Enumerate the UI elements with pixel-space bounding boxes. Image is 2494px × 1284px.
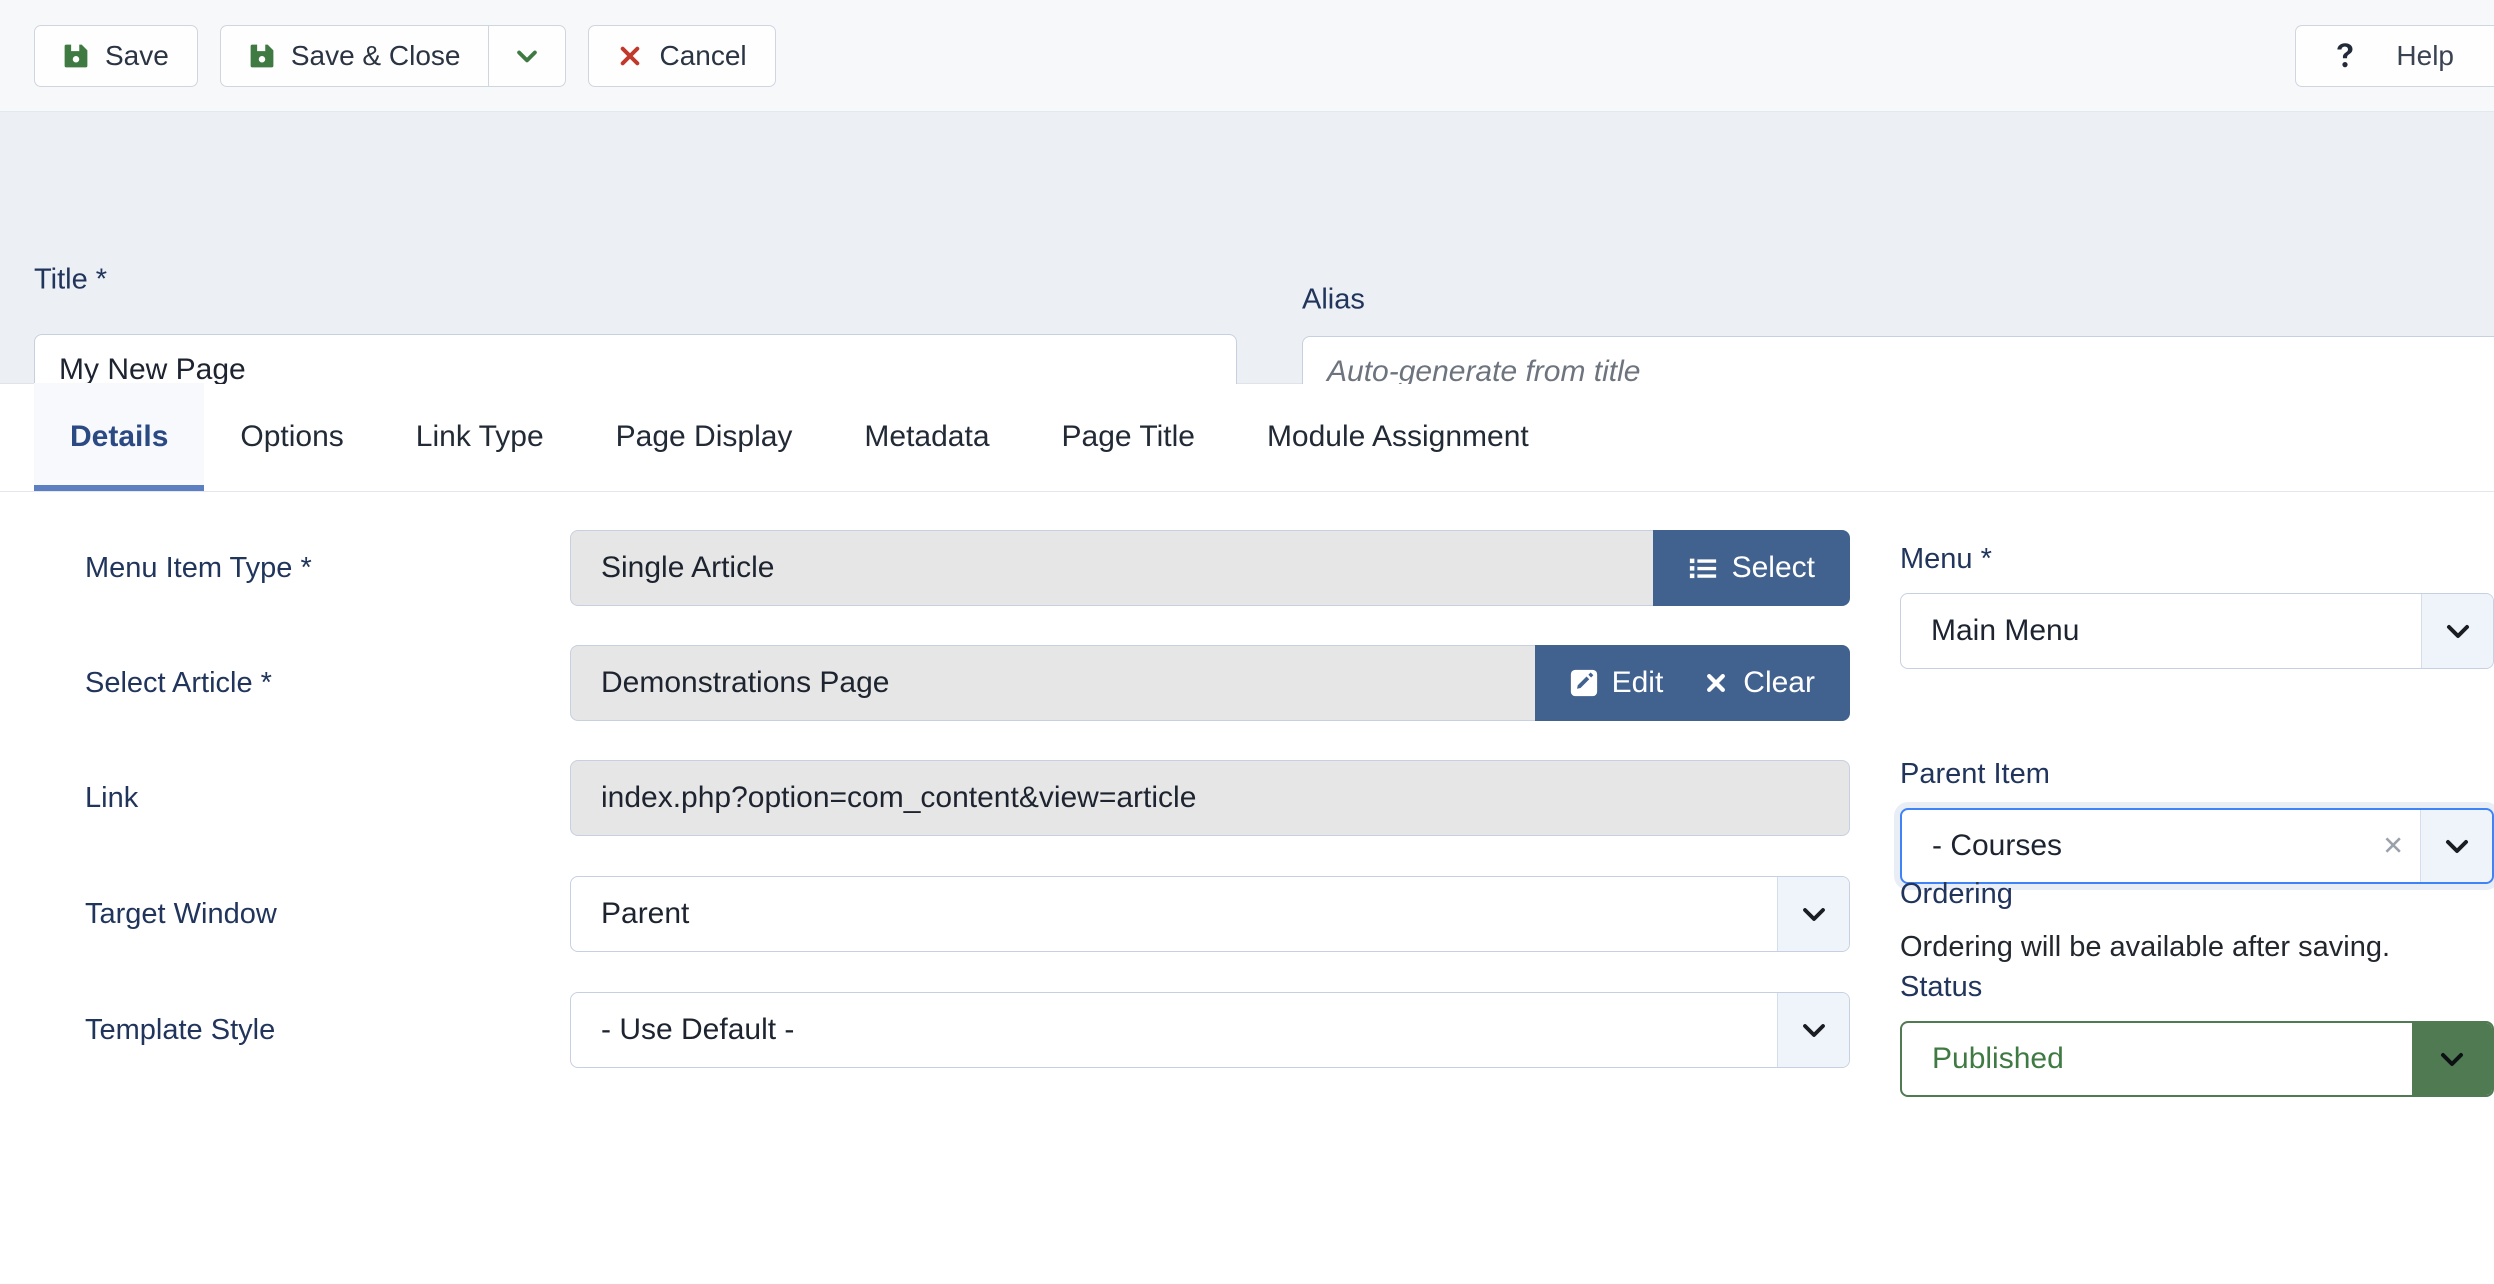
ordering-note-wrap: Ordering will be available after saving. bbox=[1900, 931, 2494, 964]
link-label: Link bbox=[85, 781, 139, 814]
tab-module-assignment[interactable]: Module Assignment bbox=[1231, 383, 1565, 491]
parent-item-label-wrap: Parent Item bbox=[1900, 758, 2050, 791]
target-window-select[interactable]: Parent bbox=[570, 876, 1850, 952]
floppy-disk-icon bbox=[249, 43, 275, 69]
select-article-group: Demonstrations Page Edit Clear bbox=[570, 645, 1850, 721]
x-icon bbox=[617, 43, 643, 69]
save-and-close-label: Save & Close bbox=[290, 39, 461, 71]
x-small-icon[interactable]: ✕ bbox=[2382, 831, 2404, 862]
target-window-label: Target Window bbox=[85, 897, 277, 930]
parent-item-select[interactable]: - Courses ✕ bbox=[1900, 808, 2494, 884]
save-options-dropdown-button[interactable] bbox=[488, 24, 567, 87]
save-close-split-button: Save & Close bbox=[219, 24, 567, 87]
toolbar-right-group: Help bbox=[2295, 24, 2494, 87]
select-article-control: Demonstrations Page Edit Clear bbox=[570, 645, 1850, 721]
toolbar: Save Save & Close Cancel Help bbox=[0, 0, 2494, 112]
template-style-select[interactable]: - Use Default - bbox=[570, 992, 1850, 1068]
status-select[interactable]: Published bbox=[1900, 1021, 2494, 1097]
link-control: index.php?option=com_content&view=articl… bbox=[570, 760, 1850, 836]
tab-details[interactable]: Details bbox=[34, 383, 205, 491]
menu-field-label-wrap: Menu * bbox=[1900, 543, 1992, 576]
pencil-square-icon bbox=[1570, 669, 1598, 697]
select-button-label: Select bbox=[1731, 551, 1815, 584]
question-mark-icon bbox=[2330, 41, 2360, 71]
ordering-label: Ordering bbox=[1900, 878, 2013, 910]
menu-item-type-select-button[interactable]: Select bbox=[1652, 530, 1850, 606]
chevron-down-icon bbox=[513, 42, 541, 70]
menu-item-type-value: Single Article bbox=[570, 530, 1653, 606]
toolbar-left-group: Save Save & Close Cancel bbox=[0, 24, 776, 87]
title-field-label: Title * bbox=[34, 263, 108, 296]
edit-article-button[interactable]: Edit bbox=[1570, 666, 1664, 700]
edit-button-label: Edit bbox=[1611, 666, 1664, 699]
parent-item-select-wrap: - Courses ✕ bbox=[1900, 808, 2494, 884]
save-button[interactable]: Save bbox=[34, 24, 198, 87]
menu-item-type-label: Menu Item Type * bbox=[85, 551, 312, 584]
template-style-value: - Use Default - bbox=[601, 1013, 795, 1046]
target-window-control: Parent bbox=[570, 876, 1850, 952]
clear-article-button[interactable]: Clear bbox=[1703, 666, 1815, 700]
target-window-value: Parent bbox=[601, 897, 690, 930]
chevron-down-icon bbox=[1777, 993, 1849, 1067]
parent-item-value: - Courses bbox=[1932, 829, 2063, 862]
floppy-disk-icon bbox=[63, 43, 89, 69]
chevron-down-icon bbox=[2412, 1023, 2492, 1095]
status-value: Published bbox=[1932, 1042, 2064, 1075]
tab-link-type[interactable]: Link Type bbox=[380, 383, 580, 491]
menu-select[interactable]: Main Menu bbox=[1900, 593, 2494, 669]
clear-button-label: Clear bbox=[1743, 666, 1815, 699]
chevron-down-icon bbox=[1777, 877, 1849, 951]
select-action[interactable]: Select bbox=[1688, 551, 1815, 585]
field-row-menu-item-type: Menu Item Type * Single Article Select bbox=[0, 530, 1880, 606]
save-button-label: Save bbox=[105, 39, 169, 71]
select-article-label: Select Article * bbox=[85, 666, 272, 699]
menu-label: Menu * bbox=[1900, 543, 1992, 575]
field-row-select-article: Select Article * Demonstrations Page Edi… bbox=[0, 645, 1880, 721]
menu-select-wrap: Main Menu bbox=[1900, 593, 2494, 669]
status-select-wrap: Published bbox=[1900, 1021, 2494, 1097]
menu-value: Main Menu bbox=[1931, 614, 2080, 647]
tab-page-title[interactable]: Page Title bbox=[1026, 383, 1231, 491]
cancel-button-label: Cancel bbox=[659, 39, 747, 71]
chevron-down-icon bbox=[2420, 810, 2492, 882]
parent-item-label: Parent Item bbox=[1900, 758, 2050, 790]
template-style-control: - Use Default - bbox=[570, 992, 1850, 1068]
menu-item-type-control: Single Article Select bbox=[570, 530, 1850, 606]
status-label: Status bbox=[1900, 971, 1983, 1003]
chevron-down-icon bbox=[2421, 594, 2493, 668]
tab-options[interactable]: Options bbox=[204, 383, 379, 491]
x-icon bbox=[1703, 670, 1729, 696]
alias-field-label: Alias bbox=[1302, 283, 1365, 316]
link-value: index.php?option=com_content&view=articl… bbox=[570, 760, 1850, 836]
field-row-template-style: Template Style - Use Default - bbox=[0, 992, 1880, 1068]
ordering-label-wrap: Ordering bbox=[1900, 878, 2013, 911]
help-button[interactable]: Help bbox=[2295, 24, 2494, 87]
select-article-value: Demonstrations Page bbox=[570, 645, 1535, 721]
tab-page-display[interactable]: Page Display bbox=[580, 383, 829, 491]
field-row-link: Link index.php?option=com_content&view=a… bbox=[0, 760, 1880, 836]
template-style-label: Template Style bbox=[85, 1013, 276, 1046]
details-panel: Menu Item Type * Single Article Select S… bbox=[0, 493, 1880, 1284]
tab-metadata[interactable]: Metadata bbox=[828, 383, 1025, 491]
header-fields-area: Title * My New Page Alias Auto-generate … bbox=[0, 112, 2494, 459]
menu-item-type-group: Single Article Select bbox=[570, 530, 1850, 606]
select-article-actions: Edit Clear bbox=[1534, 645, 1850, 721]
list-icon bbox=[1688, 553, 1718, 583]
status-label-wrap: Status bbox=[1900, 971, 1982, 1004]
cancel-button[interactable]: Cancel bbox=[588, 24, 776, 87]
form-body: Menu Item Type * Single Article Select S… bbox=[0, 493, 2494, 1284]
save-and-close-button[interactable]: Save & Close bbox=[219, 24, 489, 87]
ordering-note: Ordering will be available after saving. bbox=[1900, 931, 2391, 963]
field-row-target-window: Target Window Parent bbox=[0, 876, 1880, 952]
sidebar-panel: Menu * Main Menu Parent Item - Courses ✕ bbox=[1900, 493, 2494, 1284]
tab-bar: Details Options Link Type Page Display M… bbox=[0, 383, 2494, 492]
help-button-label: Help bbox=[2396, 39, 2454, 71]
